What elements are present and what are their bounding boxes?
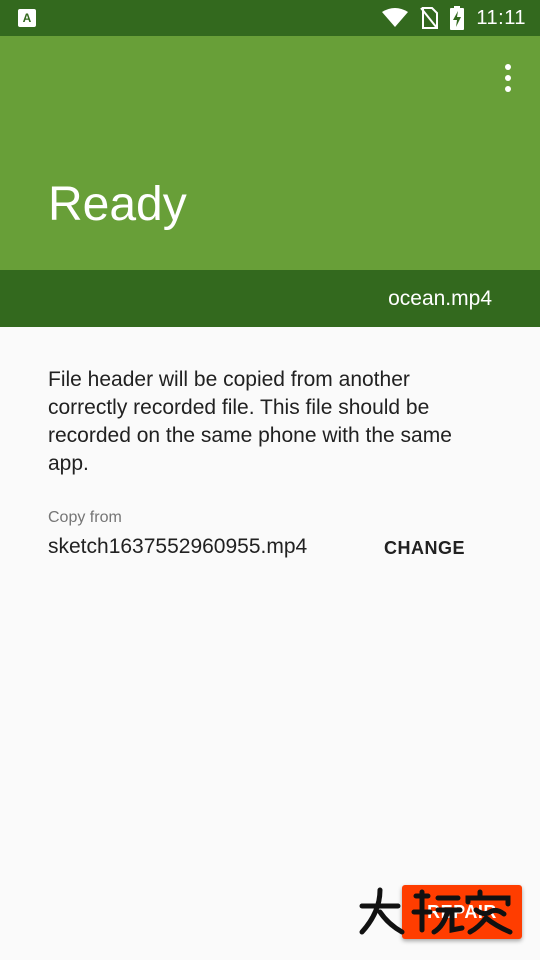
no-sim-icon xyxy=(420,7,439,29)
change-button[interactable]: CHANGE xyxy=(384,532,465,564)
description-text: File header will be copied from another … xyxy=(48,368,452,475)
app-bar: Ready xyxy=(0,36,540,270)
status-time: 11:11 xyxy=(476,6,526,29)
status-bar: A 11:11 xyxy=(0,0,540,36)
file-name: ocean.mp4 xyxy=(388,287,492,310)
content: File header will be copied from another … xyxy=(48,366,492,564)
copy-from-file: sketch1637552960955.mp4 xyxy=(48,535,308,558)
page-title: Ready xyxy=(48,178,187,231)
more-vert-icon[interactable] xyxy=(494,64,522,92)
copy-from-row: sketch1637552960955.mp4 CHANGE xyxy=(48,532,492,564)
status-icons: 11:11 xyxy=(382,0,526,36)
copy-from-label: Copy from xyxy=(48,509,122,526)
file-band: ocean.mp4 xyxy=(0,270,540,327)
battery-charging-icon xyxy=(450,6,465,30)
app-notification-icon: A xyxy=(18,9,36,27)
screen: A 11:11 Ready ocean.mp4 File header will… xyxy=(0,0,540,960)
repair-button[interactable]: REPAIR xyxy=(402,885,522,939)
wifi-icon xyxy=(382,8,409,28)
